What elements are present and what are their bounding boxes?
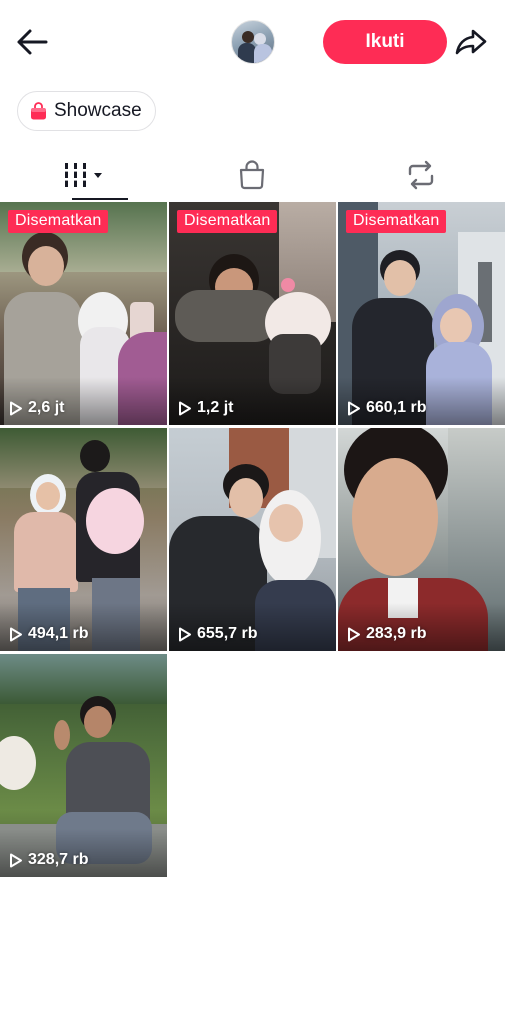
showcase-button[interactable]: Showcase xyxy=(17,91,156,131)
video-thumbnail[interactable]: Disematkan 1,2 jt xyxy=(169,202,336,425)
view-count: 328,7 rb xyxy=(9,851,88,869)
top-bar: Ikuti xyxy=(0,0,506,84)
video-thumbnail[interactable]: Disematkan 2,6 jt xyxy=(0,202,167,425)
share-button[interactable] xyxy=(452,24,490,60)
view-count-text: 283,9 rb xyxy=(366,625,427,642)
view-count: 655,7 rb xyxy=(178,625,257,643)
view-count-text: 494,1 rb xyxy=(28,625,89,642)
follow-button[interactable]: Ikuti xyxy=(323,20,447,64)
tab-reposts[interactable] xyxy=(337,150,505,200)
view-count: 494,1 rb xyxy=(9,625,88,643)
active-tab-indicator xyxy=(72,198,128,200)
shopping-bag-icon xyxy=(239,160,265,190)
view-count-text: 1,2 jt xyxy=(197,399,234,416)
pinned-badge: Disematkan xyxy=(177,210,278,233)
view-count: 2,6 jt xyxy=(9,399,64,417)
share-icon xyxy=(455,29,487,55)
tab-shop[interactable] xyxy=(168,150,336,200)
view-count-text: 2,6 jt xyxy=(28,399,65,416)
arrow-left-icon xyxy=(17,29,48,55)
play-icon xyxy=(348,627,360,641)
pinned-badge: Disematkan xyxy=(346,210,447,233)
view-count-text: 655,7 rb xyxy=(197,625,258,642)
grid-bars-icon xyxy=(62,163,102,187)
play-icon xyxy=(10,853,22,867)
shopping-bag-icon xyxy=(30,102,47,120)
profile-tabs xyxy=(0,150,506,202)
showcase-label: Showcase xyxy=(54,100,142,121)
play-icon xyxy=(348,401,360,415)
view-count-text: 660,1 rb xyxy=(366,399,427,416)
repost-icon xyxy=(408,160,434,190)
play-icon xyxy=(179,401,191,415)
video-thumbnail[interactable]: 494,1 rb xyxy=(0,428,167,651)
video-thumbnail[interactable]: Disematkan 660,1 rb xyxy=(338,202,505,425)
play-icon xyxy=(179,627,191,641)
avatar[interactable] xyxy=(231,20,275,64)
video-thumbnail[interactable]: 328,7 rb xyxy=(0,654,167,877)
view-count-text: 328,7 rb xyxy=(28,851,89,868)
view-count: 1,2 jt xyxy=(178,399,233,417)
video-thumbnail[interactable]: 283,9 rb xyxy=(338,428,505,651)
pinned-badge: Disematkan xyxy=(8,210,109,233)
view-count: 660,1 rb xyxy=(347,399,426,417)
tab-videos[interactable] xyxy=(0,150,168,200)
view-count: 283,9 rb xyxy=(347,625,426,643)
video-thumbnail[interactable]: 655,7 rb xyxy=(169,428,336,651)
back-button[interactable] xyxy=(12,24,52,60)
play-icon xyxy=(10,627,22,641)
play-icon xyxy=(10,401,22,415)
